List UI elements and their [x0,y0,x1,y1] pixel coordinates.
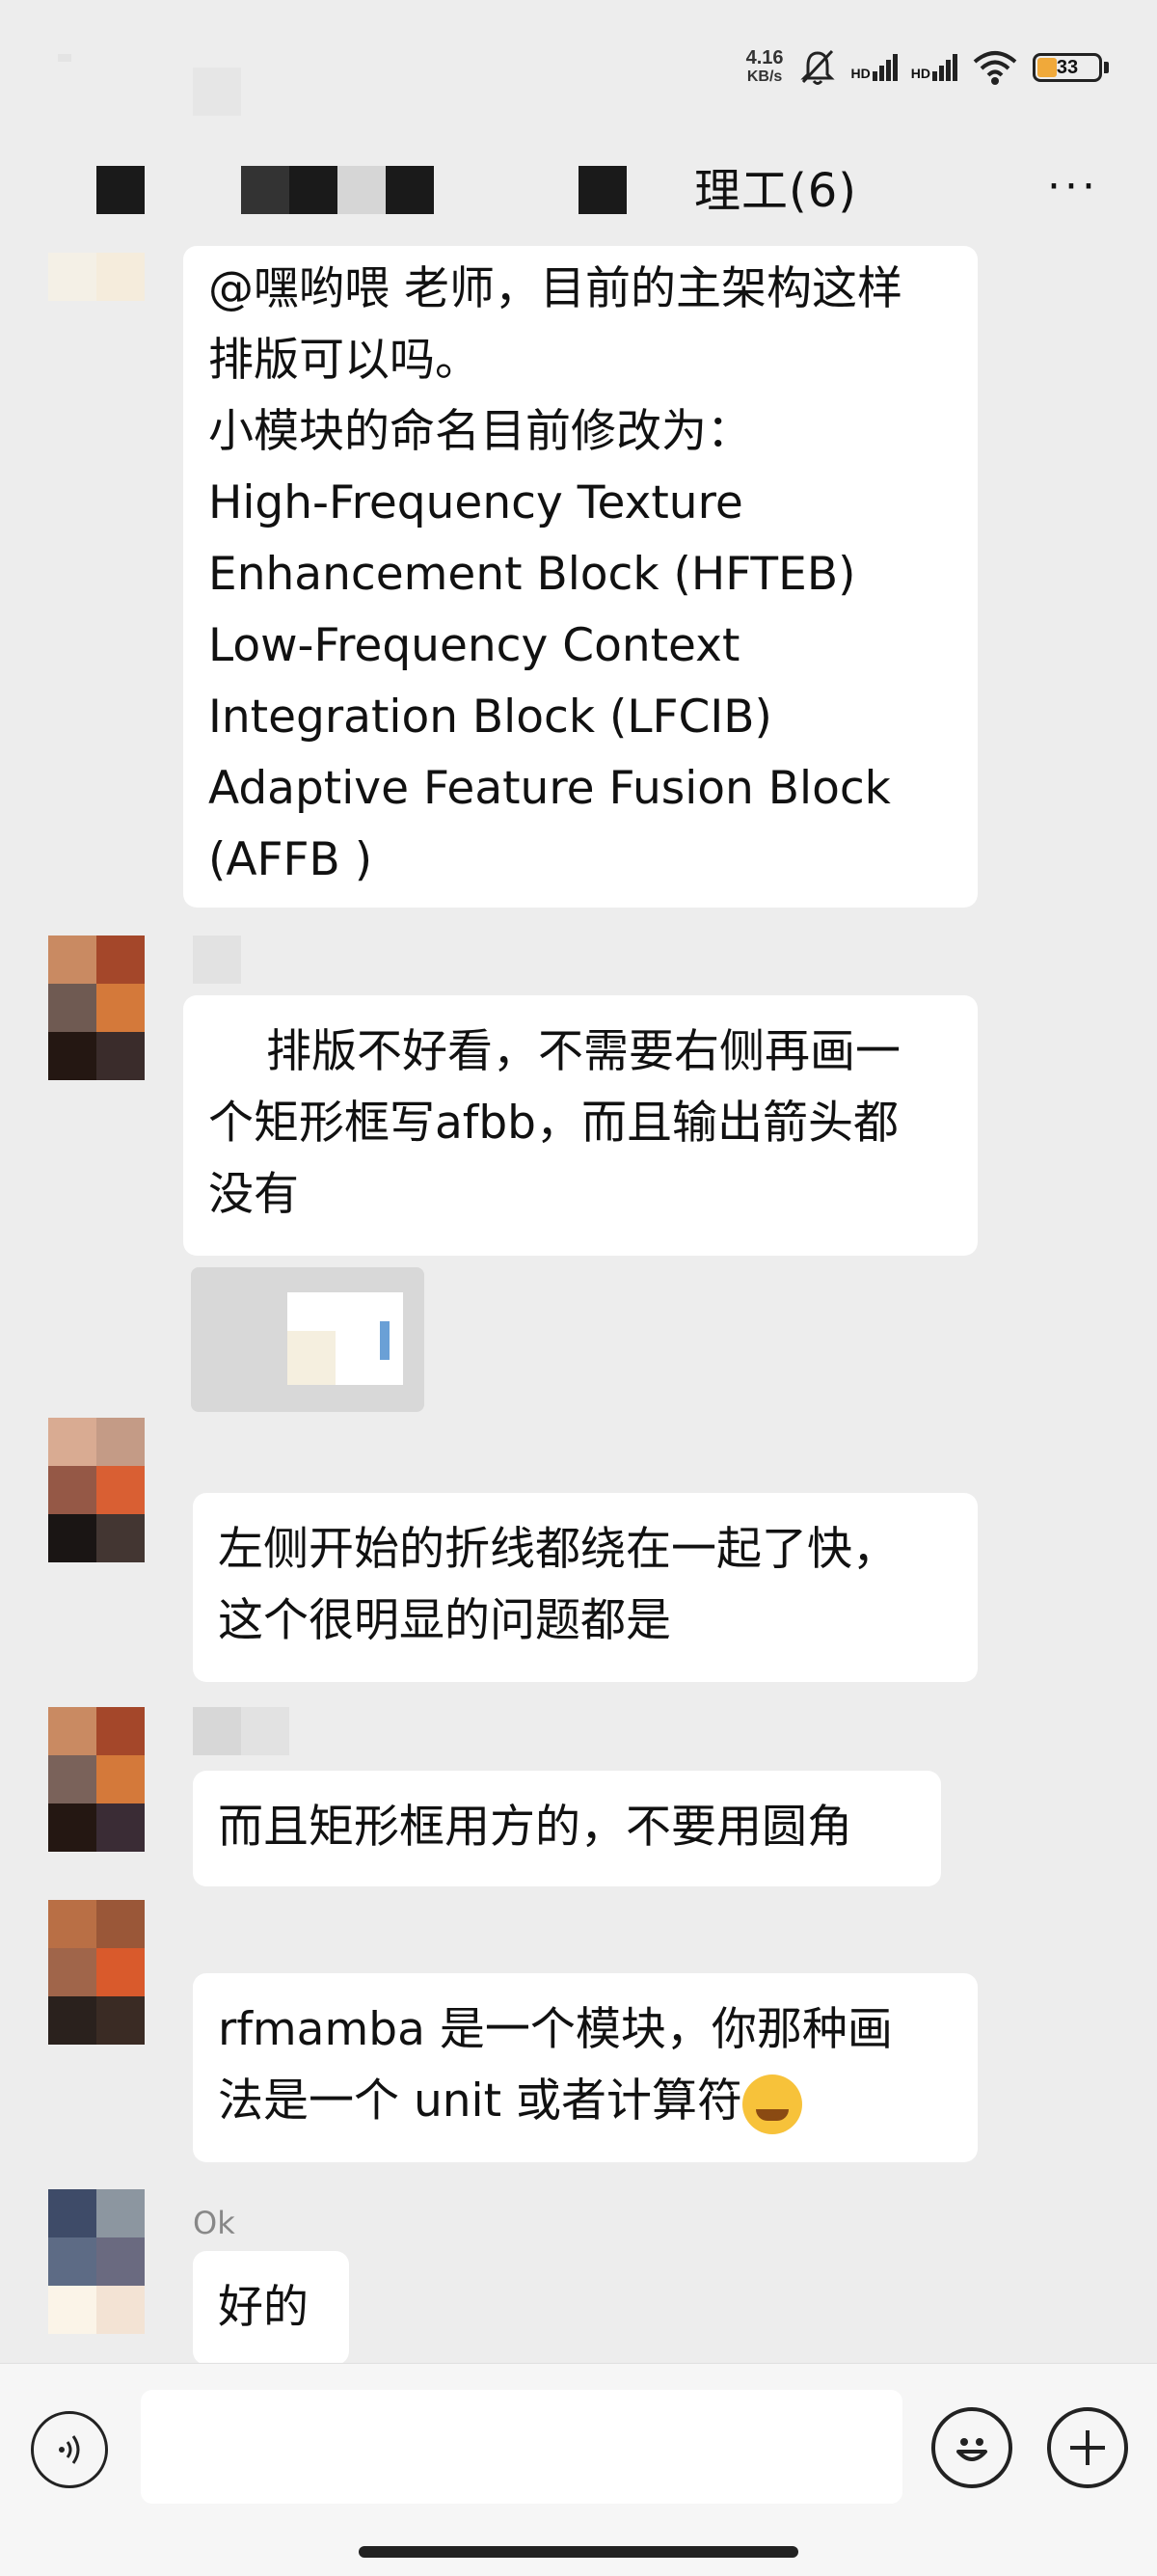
avatar[interactable] [48,1418,145,1562]
message-text: 左侧开始的折线都绕在一起了快， [218,1523,898,1576]
message-text: High-Frequency Texture [208,476,743,529]
smiley-icon [956,2438,987,2461]
message-text: 排版可以吗。 [208,334,480,387]
signal-icon-2: HD [911,54,957,81]
avatar[interactable] [48,1900,145,2045]
message-text: 排版不好看，不需要右侧再画一 [266,1025,901,1078]
message-bubble[interactable]: 好的 [193,2251,349,2365]
message-bubble[interactable]: 而且矩形框用方的，不要用圆角 [193,1771,941,1886]
message-text: 没有 [208,1168,299,1221]
pixelated-block [386,166,434,214]
message-text: Enhancement Block (HFTEB) [208,548,856,601]
voice-input-button[interactable] [31,2411,108,2488]
avatar[interactable] [48,253,145,301]
pixelated-block [337,166,386,214]
message-text: @嘿哟喂 老师，目前的主架构这样 [208,262,902,315]
status-bar: 4.16 KB/s HD HD 33 [0,0,1157,135]
plus-icon [1070,2430,1105,2465]
battery-icon: 33 [1033,53,1109,82]
sender-name-blurred [193,935,241,984]
bell-muted-icon [799,49,835,85]
image-thumbnail [287,1292,403,1385]
avatar[interactable] [48,935,145,1080]
message-text: Integration Block (LFCIB) [208,691,772,744]
message-bubble[interactable]: @嘿哟喂 老师，目前的主架构这样 排版可以吗。 小模块的命名目前修改为： Hig… [183,246,978,908]
message-text: Low-Frequency Context [208,619,740,672]
pixelated-block [578,166,627,214]
chat-header [0,135,1157,251]
message-text: 小模块的命名目前修改为： [208,405,752,458]
emoji-button[interactable] [931,2407,1012,2488]
image-message[interactable] [191,1267,424,1412]
sender-name-blurred [193,1707,289,1755]
network-speed: 4.16 KB/s [745,47,784,85]
message-text: 法是一个 unit 或者计算符 [218,2074,742,2128]
pixelated-block [241,166,289,214]
pixelated-block [96,166,145,214]
message-bubble[interactable]: 排版不好看，不需要右侧再画一 个矩形框写afbb，而且输出箭头都 没有 [183,995,978,1256]
signal-icon-1: HD [851,54,898,81]
avatar[interactable] [48,2189,145,2334]
status-dot [58,54,71,62]
laughing-emoji-icon [741,2074,802,2134]
chat-title: 理工(6) [694,164,857,218]
message-text: 个矩形框写afbb，而且输出箭头都 [208,1097,900,1150]
home-indicator[interactable] [359,2546,798,2558]
pixelated-block [289,166,337,214]
avatar[interactable] [48,1707,145,1852]
sender-name: Ok [193,2205,235,2241]
more-options-button[interactable]: ··· [1047,162,1099,211]
message-text: 好的 [218,2281,309,2334]
message-text: Adaptive Feature Fusion Block [208,762,891,815]
message-bubble[interactable]: 左侧开始的折线都绕在一起了快， 这个很明显的问题都是 [193,1493,978,1682]
pixelated-block [193,68,241,116]
message-text: rfmamba 是一个模块，你那种画 [218,2003,893,2056]
message-bubble[interactable]: rfmamba 是一个模块，你那种画 法是一个 unit 或者计算符 [193,1973,978,2162]
wifi-icon [973,51,1017,85]
message-text: 这个很明显的问题都是 [218,1594,671,1647]
message-text: 而且矩形框用方的，不要用圆角 [218,1801,852,1854]
add-button[interactable] [1047,2407,1128,2488]
message-text: (AFFB ) [208,833,373,886]
message-input[interactable] [141,2390,902,2504]
voice-icon [59,2435,80,2464]
